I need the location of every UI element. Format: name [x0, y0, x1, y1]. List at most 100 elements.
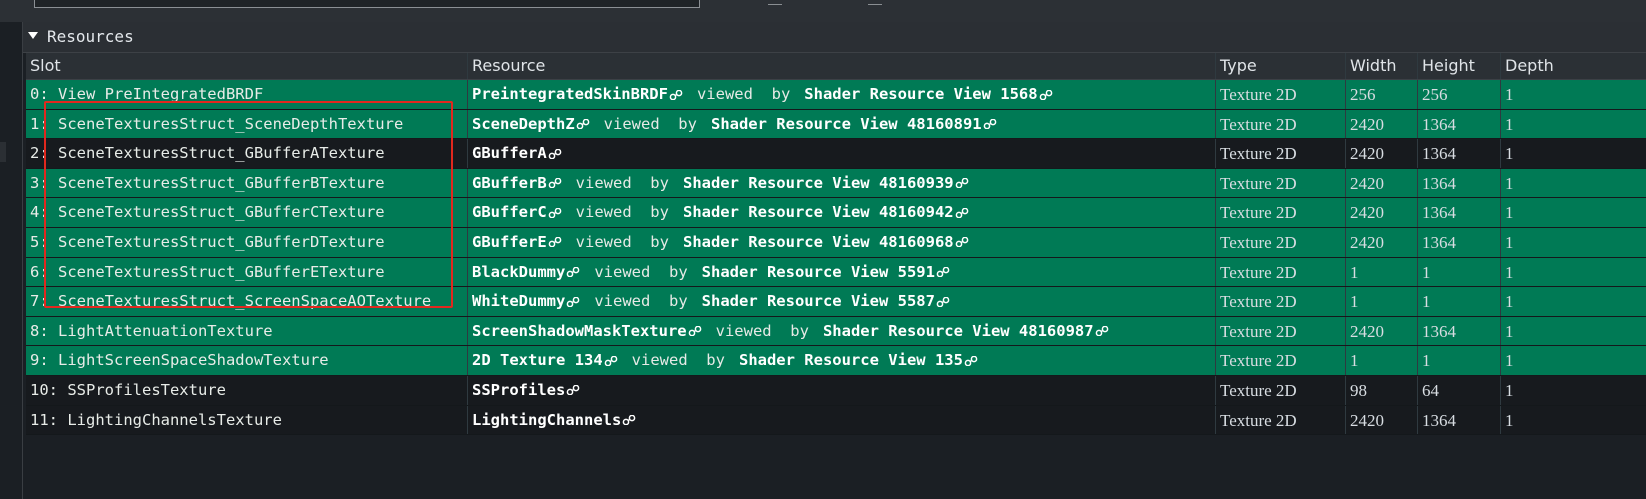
table-row[interactable]: 2: SceneTexturesStruct_GBufferATexture GB… [26, 139, 1646, 169]
type-cell: Texture 2D [1216, 375, 1346, 405]
resource-cell: 2D Texture 134 viewed by Shader Resource V… [468, 346, 1216, 375]
resource-link[interactable]: SceneDepthZ [472, 115, 575, 133]
type-cell: Texture 2D [1216, 80, 1346, 109]
link-icon[interactable] [621, 411, 636, 429]
resource-link[interactable]: GBufferE [472, 233, 547, 251]
filter-input[interactable] [34, 0, 700, 8]
resource-cell: GBufferC viewed by Shader Resource View 48… [468, 198, 1216, 227]
resource-cell: PreintegratedSkinBRDF viewed by Shader Res… [468, 80, 1216, 109]
depth-cell: 1 [1505, 351, 1514, 371]
width-cell: 2420 [1346, 227, 1418, 257]
resource-link[interactable]: PreintegratedSkinBRDF [472, 85, 668, 103]
table-row[interactable]: 0: View_PreIntegratedBRDF PreintegratedSk… [26, 80, 1646, 110]
view-link[interactable]: Shader Resource View 135 [739, 351, 963, 369]
splitter-handle[interactable] [0, 142, 6, 162]
resource-link[interactable]: WhiteDummy [472, 292, 565, 310]
link-icon[interactable] [547, 203, 562, 221]
link-icon[interactable] [963, 351, 978, 369]
toolbar-icon[interactable] [868, 0, 882, 5]
table-header: Slot Resource Type Width Height Depth [26, 53, 1646, 80]
height-cell: 1364 [1418, 109, 1501, 139]
link-icon[interactable] [565, 381, 580, 399]
resource-cell: SceneDepthZ viewed by Shader Resource View… [468, 109, 1216, 139]
depth-cell: 1 [1505, 232, 1514, 252]
resource-link[interactable]: GBufferC [472, 203, 547, 221]
height-cell: 1364 [1418, 168, 1501, 198]
link-icon[interactable] [547, 144, 562, 162]
link-icon[interactable] [982, 115, 997, 133]
resource-cell: BlackDummy viewed by Shader Resource View … [468, 257, 1216, 287]
toolbar-icon[interactable] [768, 0, 782, 5]
link-icon[interactable] [668, 85, 683, 103]
slot-cell: 5: SceneTexturesStruct_GBufferDTexture [26, 227, 468, 257]
link-icon[interactable] [954, 233, 969, 251]
table-row[interactable]: 5: SceneTexturesStruct_GBufferDTexture GB… [26, 227, 1646, 258]
link-icon[interactable] [565, 292, 580, 310]
table-row[interactable]: 3: SceneTexturesStruct_GBufferBTexture GB… [26, 168, 1646, 199]
link-icon[interactable] [1094, 322, 1109, 340]
height-cell: 1364 [1418, 316, 1501, 346]
link-icon[interactable] [935, 263, 950, 281]
view-link[interactable]: Shader Resource View 5587 [702, 292, 935, 310]
view-link[interactable]: Shader Resource View 48160939 [683, 174, 954, 192]
view-link[interactable]: Shader Resource View 48160942 [683, 203, 954, 221]
link-icon[interactable] [565, 263, 580, 281]
depth-cell: 1 [1505, 262, 1514, 282]
table-row[interactable]: 6: SceneTexturesStruct_GBufferETexture Bl… [26, 257, 1646, 288]
table-row[interactable]: 9: LightScreenSpaceShadowTexture 2D Textu… [26, 346, 1646, 376]
depth-cell: 1 [1505, 114, 1514, 134]
type-cell: Texture 2D [1216, 257, 1346, 287]
resources-table: Slot Resource Type Width Height Depth 0:… [26, 53, 1646, 436]
column-header-slot[interactable]: Slot [26, 53, 468, 79]
view-link[interactable]: Shader Resource View 1568 [804, 85, 1037, 103]
viewed-by-text: viewed by [575, 232, 669, 251]
height-cell: 1 [1418, 257, 1501, 287]
type-cell: Texture 2D [1216, 405, 1346, 435]
height-cell: 64 [1418, 375, 1501, 405]
resource-link[interactable]: ScreenShadowMaskTexture [472, 322, 687, 340]
type-cell: Texture 2D [1216, 109, 1346, 139]
link-icon[interactable] [954, 203, 969, 221]
table-row[interactable]: 8: LightAttenuationTexture ScreenShadowMa… [26, 316, 1646, 347]
table-row[interactable]: 10: SSProfilesTexture SSProfiles Texture 2… [26, 375, 1646, 406]
column-header-depth[interactable]: Depth [1501, 53, 1646, 79]
view-link[interactable]: Shader Resource View 48160968 [683, 233, 954, 251]
table-row[interactable]: 1: SceneTexturesStruct_SceneDepthTexture… [26, 109, 1646, 140]
collapse-triangle-icon[interactable] [28, 32, 38, 39]
resources-panel-header[interactable]: Resources [23, 22, 1646, 53]
column-header-width[interactable]: Width [1346, 53, 1418, 79]
width-cell: 1 [1346, 257, 1418, 287]
view-link[interactable]: Shader Resource View 48160891 [711, 115, 982, 133]
resource-link[interactable]: GBufferB [472, 174, 547, 192]
column-header-height[interactable]: Height [1418, 53, 1501, 79]
resource-link[interactable]: SSProfiles [472, 381, 565, 399]
resource-link[interactable]: 2D Texture 134 [472, 351, 603, 369]
height-cell: 256 [1418, 80, 1501, 109]
link-icon[interactable] [547, 233, 562, 251]
resource-link[interactable]: BlackDummy [472, 263, 565, 281]
link-icon[interactable] [954, 174, 969, 192]
link-icon[interactable] [575, 115, 590, 133]
link-icon[interactable] [547, 174, 562, 192]
table-row[interactable]: 4: SceneTexturesStruct_GBufferCTexture GB… [26, 198, 1646, 228]
viewed-by-text: viewed by [603, 114, 697, 133]
depth-cell: 1 [1505, 173, 1514, 193]
resource-link[interactable]: LightingChannels [472, 411, 621, 429]
view-link[interactable]: Shader Resource View 5591 [702, 263, 935, 281]
column-header-type[interactable]: Type [1216, 53, 1346, 79]
depth-cell: 1 [1505, 203, 1514, 223]
table-row[interactable]: 7: SceneTexturesStruct_ScreenSpaceAOText… [26, 287, 1646, 317]
width-cell: 2420 [1346, 139, 1418, 168]
slot-cell: 0: View_PreIntegratedBRDF [26, 80, 468, 109]
column-header-resource[interactable]: Resource [468, 53, 1216, 79]
link-icon[interactable] [1038, 85, 1053, 103]
link-icon[interactable] [935, 292, 950, 310]
resource-link[interactable]: GBufferA [472, 144, 547, 162]
view-link[interactable]: Shader Resource View 48160987 [823, 322, 1094, 340]
slot-cell: 6: SceneTexturesStruct_GBufferETexture [26, 257, 468, 287]
link-icon[interactable] [603, 351, 618, 369]
viewed-by-text: viewed by [594, 262, 688, 281]
link-icon[interactable] [687, 322, 702, 340]
type-cell: Texture 2D [1216, 316, 1346, 346]
table-row[interactable]: 11: LightingChannelsTexture LightingChann… [26, 405, 1646, 436]
